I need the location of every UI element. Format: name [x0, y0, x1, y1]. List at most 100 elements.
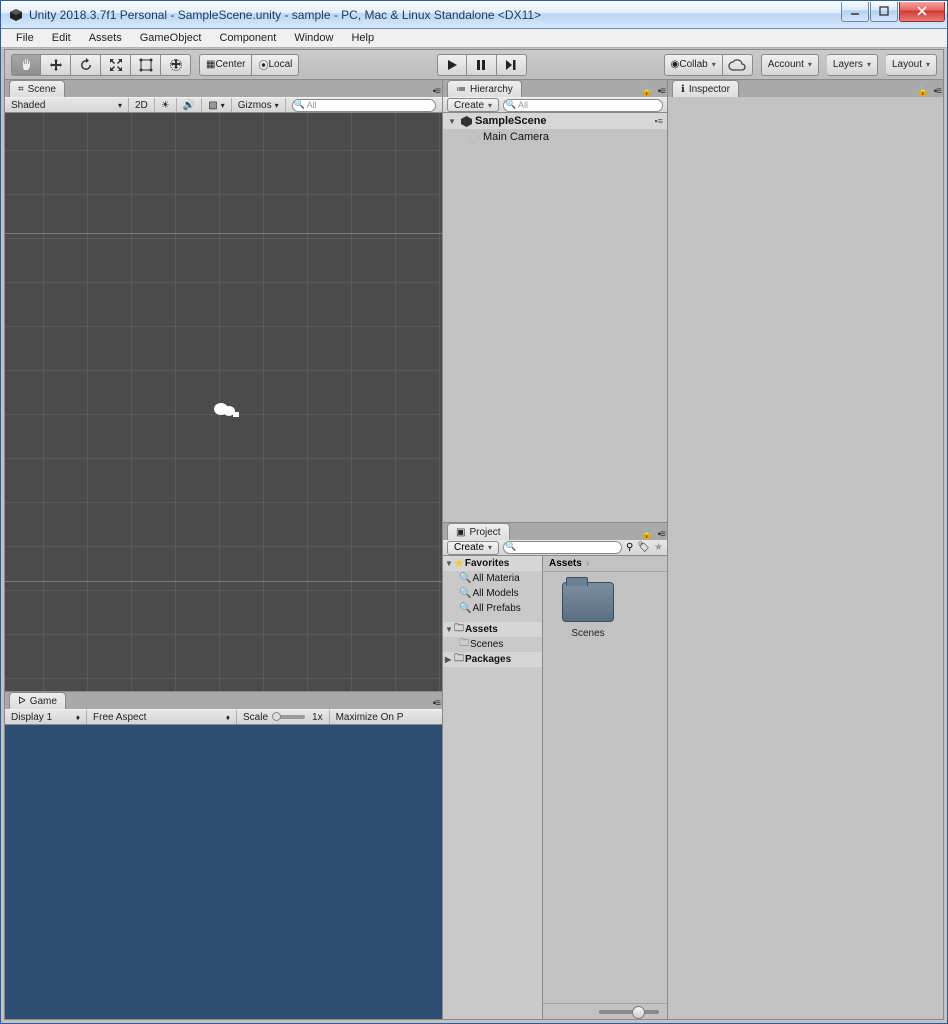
hierarchy-tabrow: ≔Hierarchy 🔒 ▪≡: [443, 80, 667, 97]
scene-lighting-toggle[interactable]: ☀: [155, 98, 177, 112]
game-tab[interactable]: ᐅGame: [9, 692, 66, 709]
scale-tool-button[interactable]: [101, 54, 131, 76]
scene-axis-line-2: [5, 581, 442, 582]
project-tag-icon[interactable]: 🏷: [637, 542, 650, 553]
scene-fx-dropdown[interactable]: ▧ ▾: [202, 98, 231, 112]
favorites-header[interactable]: ▼★Favorites: [443, 556, 542, 571]
scene-axis-line: [5, 233, 442, 234]
hierarchy-scene-row[interactable]: ▼ SampleScene ▪≡: [443, 113, 667, 129]
folder-icon: [562, 582, 614, 622]
scene-shading-dropdown[interactable]: Shaded▾: [5, 98, 129, 112]
minimize-button[interactable]: [841, 2, 869, 22]
hierarchy-item[interactable]: Main Camera: [443, 129, 667, 145]
game-aspect-dropdown[interactable]: Free Aspect♦: [87, 710, 237, 724]
folder-item[interactable]: Scenes: [553, 582, 623, 639]
project-tab[interactable]: ▣Project: [447, 523, 510, 540]
scene-tab-menu-icon[interactable]: ▪≡: [433, 86, 440, 97]
inspector-body[interactable]: [668, 97, 943, 1019]
scene-menu-icon[interactable]: ▪≡: [655, 116, 663, 126]
cloud-button[interactable]: [723, 54, 753, 76]
scene-tab[interactable]: ⌗Scene: [9, 80, 65, 97]
pivot-local-button[interactable]: ⦿ Local: [252, 54, 299, 76]
hierarchy-scene-label: SampleScene: [475, 115, 547, 127]
game-tabrow: ᐅGame ▪≡: [5, 692, 442, 709]
game-toolbar: Display 1♦ Free Aspect♦ Scale 1x Maximiz…: [5, 709, 442, 725]
packages-header[interactable]: ▶🗀Packages: [443, 652, 542, 667]
project-split: ▼★Favorites 🔍All Materia 🔍All Models 🔍Al…: [443, 556, 667, 1019]
game-scale[interactable]: Scale 1x: [237, 710, 330, 724]
window-buttons: [840, 2, 945, 22]
project-grid[interactable]: Scenes: [543, 572, 667, 1003]
inspector-tab-menu-icon[interactable]: ▪≡: [934, 86, 941, 97]
assets-header[interactable]: ▼🗀Assets: [443, 622, 542, 637]
game-view[interactable]: [5, 725, 442, 1019]
fold-icon[interactable]: ▼: [447, 117, 457, 126]
title: Unity 2018.3.7f1 Personal - SampleScene.…: [9, 8, 840, 22]
scene-audio-toggle[interactable]: 🔊: [177, 98, 202, 112]
right-column: ℹInspector 🔒 ▪≡: [668, 80, 943, 1019]
rect-tool-button[interactable]: [131, 54, 161, 76]
menu-edit[interactable]: Edit: [43, 30, 80, 46]
game-icon: ᐅ: [18, 696, 26, 707]
maximize-button[interactable]: [870, 2, 898, 22]
favorite-item[interactable]: 🔍All Models: [443, 586, 542, 601]
hierarchy-body[interactable]: ▼ SampleScene ▪≡ Main Camera: [443, 113, 667, 522]
scene-gizmos-dropdown[interactable]: Gizmos ▾: [232, 98, 286, 112]
menu-assets[interactable]: Assets: [80, 30, 131, 46]
layout: ⌗Scene ▪≡ Shaded▾ 2D ☀ 🔊 ▧ ▾ Gizmos ▾ Al…: [5, 80, 943, 1019]
hierarchy-lock-icon[interactable]: 🔒: [641, 86, 653, 97]
hierarchy-create-dropdown[interactable]: Create: [447, 98, 499, 112]
hierarchy-tab[interactable]: ≔Hierarchy: [447, 80, 522, 97]
project-breadcrumb[interactable]: Assets›: [543, 556, 667, 572]
game-tab-menu-icon[interactable]: ▪≡: [433, 698, 440, 709]
menu-gameobject[interactable]: GameObject: [131, 30, 211, 46]
layers-dropdown[interactable]: Layers: [827, 54, 878, 76]
step-button[interactable]: [497, 54, 527, 76]
titlebar[interactable]: Unity 2018.3.7f1 Personal - SampleScene.…: [1, 1, 947, 29]
favorite-item[interactable]: 🔍All Prefabs: [443, 601, 542, 616]
scene-search[interactable]: All: [286, 98, 442, 112]
account-dropdown[interactable]: Account: [761, 54, 819, 76]
hierarchy-tab-menu-icon[interactable]: ▪≡: [658, 86, 665, 97]
close-button[interactable]: [899, 2, 945, 22]
menu-file[interactable]: File: [7, 30, 43, 46]
move-tool-button[interactable]: [41, 54, 71, 76]
menu-window[interactable]: Window: [285, 30, 342, 46]
game-display-dropdown[interactable]: Display 1♦: [5, 710, 87, 724]
project-search[interactable]: [503, 541, 622, 554]
project-lock-icon[interactable]: 🔒: [641, 529, 653, 540]
favorite-item[interactable]: 🔍All Materia: [443, 571, 542, 586]
scene-view[interactable]: [5, 113, 442, 691]
hand-tool-button[interactable]: [11, 54, 41, 76]
game-maximize-toggle[interactable]: Maximize On P: [330, 710, 410, 724]
pause-button[interactable]: [467, 54, 497, 76]
project-header: Create ⚲ 🏷 ★: [443, 540, 667, 556]
inspector-lock-icon[interactable]: 🔒: [917, 86, 929, 97]
editor-area: ▦ Center ⦿ Local ◉ Collab Account Layers…: [4, 49, 944, 1020]
inspector-tab[interactable]: ℹInspector: [672, 80, 739, 97]
transform-tool-button[interactable]: [161, 54, 191, 76]
play-button[interactable]: [437, 54, 467, 76]
pivot-center-button[interactable]: ▦ Center: [199, 54, 252, 76]
project-filter-icon[interactable]: ⚲: [626, 542, 633, 553]
scene-2d-toggle[interactable]: 2D: [129, 98, 155, 112]
star-icon: ★: [454, 557, 464, 570]
project-create-dropdown[interactable]: Create: [447, 541, 499, 555]
rotate-tool-button[interactable]: [71, 54, 101, 76]
search-icon: 🔍: [459, 573, 471, 584]
transform-tools: [11, 54, 191, 76]
project-panel: ▣Project 🔒 ▪≡ Create ⚲ 🏷 ★ ▼★Favorites: [443, 522, 667, 1019]
project-zoom-slider[interactable]: [599, 1010, 659, 1014]
collab-button[interactable]: ◉ Collab: [664, 54, 723, 76]
project-star-icon[interactable]: ★: [654, 542, 663, 553]
layout-dropdown[interactable]: Layout: [886, 54, 937, 76]
project-icon: ▣: [456, 527, 465, 538]
camera-gizmo-icon[interactable]: [211, 401, 241, 428]
asset-folder-item[interactable]: 🗀Scenes: [443, 637, 542, 652]
project-tab-menu-icon[interactable]: ▪≡: [658, 529, 665, 540]
menu-help[interactable]: Help: [342, 30, 383, 46]
menu-component[interactable]: Component: [210, 30, 285, 46]
hierarchy-search[interactable]: All: [503, 99, 663, 112]
gameobject-icon: [467, 130, 481, 144]
project-tree[interactable]: ▼★Favorites 🔍All Materia 🔍All Models 🔍Al…: [443, 556, 543, 1019]
